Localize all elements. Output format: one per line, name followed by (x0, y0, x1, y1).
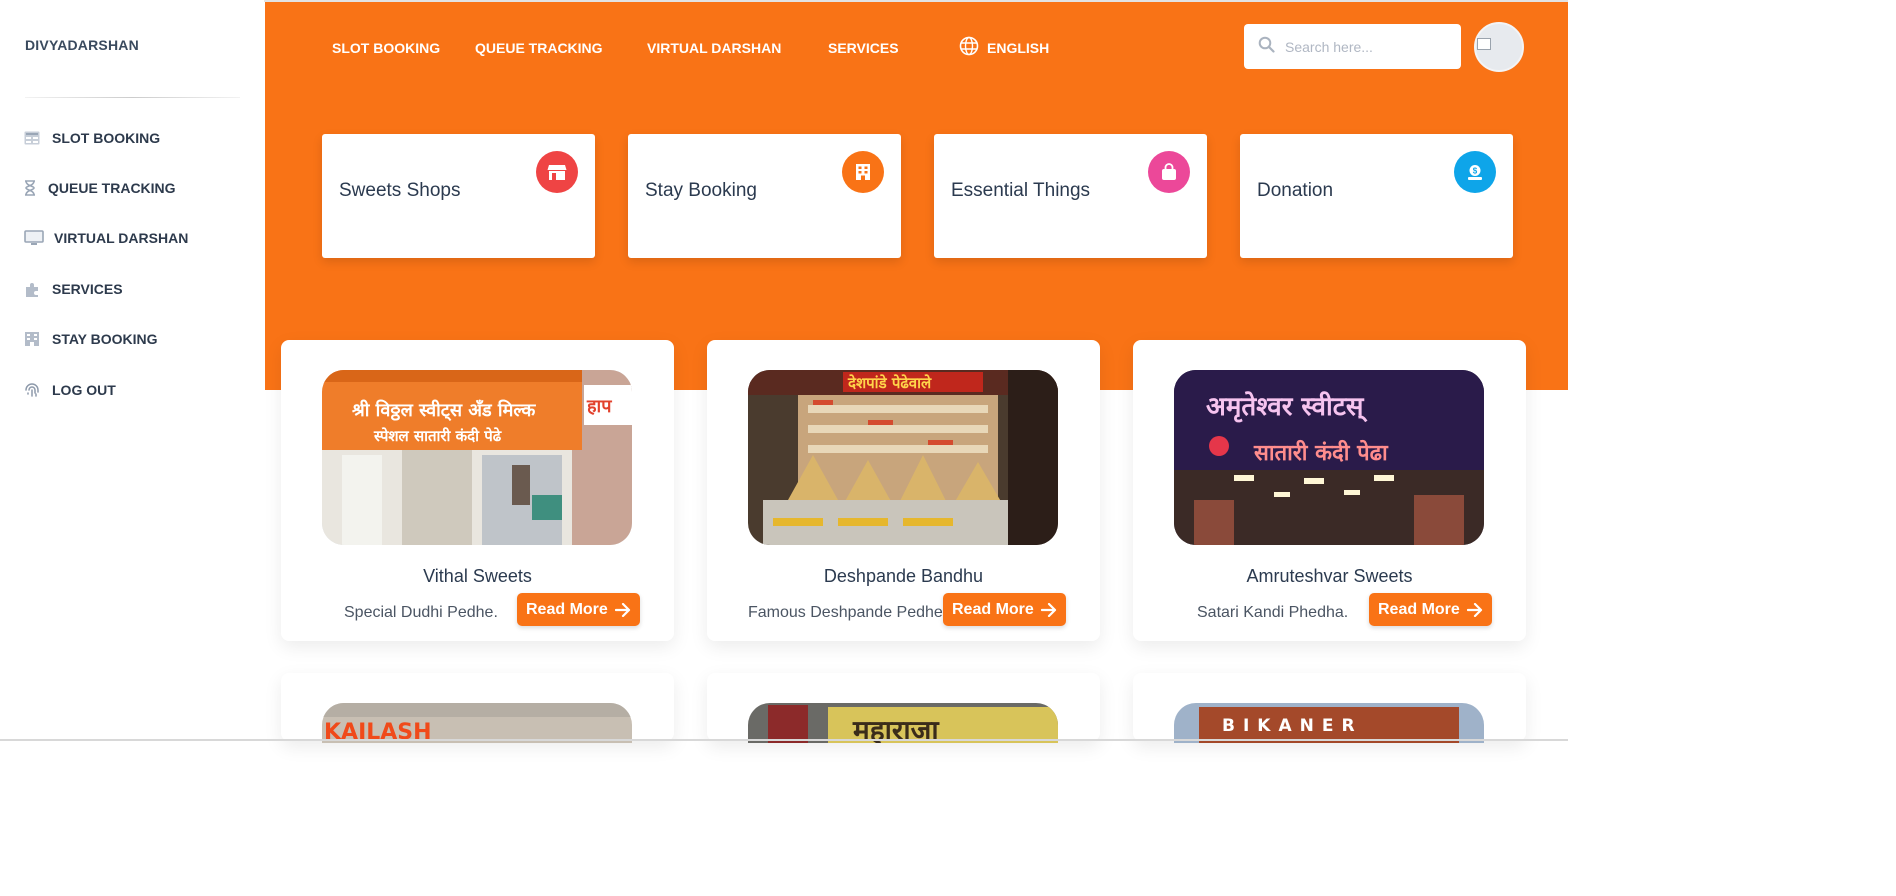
language-label: ENGLISH (987, 39, 1050, 56)
table-icon (24, 131, 44, 145)
shop-sign-line1: श्री विठ्ठल स्वीट्स अँड मिल्क (352, 399, 536, 422)
shop-description: Famous Deshpande Pedhe (748, 604, 943, 621)
sidebar-item-label: QUEUE TRACKING (48, 180, 176, 196)
category-title: Essential Things (951, 180, 1091, 201)
sidebar-item-label: SERVICES (52, 281, 123, 297)
shop-card-amruteshvar-sweets: अमृतेश्वर स्वीटस् सातारी कंदी पेढा Amrut… (1133, 340, 1526, 641)
shop-sign-line2: सातारी कंदी पेढा (1253, 439, 1389, 466)
category-title: Stay Booking (645, 180, 757, 201)
sidebar-item-queue-tracking[interactable]: QUEUE TRACKING (24, 173, 176, 203)
shop-image: KAILASH (322, 703, 632, 743)
shop-sign: BIKANER (1222, 716, 1363, 736)
shop-image: श्री विठ्ठल स्वीट्स अँड मिल्क स्पेशल सात… (322, 370, 632, 545)
globe-icon (959, 36, 979, 59)
topnav-virtual-darshan[interactable]: VIRTUAL DARSHAN (647, 40, 781, 56)
shop-image: देशपांडे पेढेवाले (748, 370, 1058, 545)
sidebar-item-virtual-darshan[interactable]: VIRTUAL DARSHAN (24, 223, 188, 253)
shop-name: Vithal Sweets (423, 566, 532, 586)
bottom-border (0, 739, 1568, 741)
shop-card-vithal-sweets: श्री विठ्ठल स्वीट्स अँड मिल्क स्पेशल सात… (281, 340, 674, 641)
fingerprint-icon (24, 382, 44, 398)
shop-card-kailash: KAILASH (281, 673, 674, 743)
search-icon (1258, 36, 1275, 58)
shop-image: महाराजा (748, 703, 1058, 743)
read-more-button[interactable]: Read More (943, 593, 1066, 626)
shop-image: BIKANER (1174, 703, 1484, 743)
read-more-button[interactable]: Read More (1369, 593, 1492, 626)
monitor-icon (24, 230, 46, 246)
shop-description: Satari Kandi Phedha. (1197, 604, 1349, 621)
brand-logo-text[interactable]: DIVYADARSHAN (25, 37, 139, 53)
sidebar-item-log-out[interactable]: LOG OUT (24, 375, 116, 405)
arrow-right-icon (1466, 602, 1483, 617)
broken-image-icon (1477, 38, 1491, 50)
category-title: Sweets Shops (339, 180, 461, 201)
category-card-stay-booking[interactable]: Stay Booking (628, 134, 901, 258)
shop-name: Amruteshvar Sweets (1246, 566, 1413, 586)
read-more-button[interactable]: Read More (517, 593, 640, 626)
shop-sign-line1: अमृतेश्वर स्वीटस् (1206, 391, 1368, 423)
read-more-label: Read More (952, 600, 1034, 618)
category-card-sweets-shops[interactable]: Sweets Shops (322, 134, 595, 258)
shop-image: अमृतेश्वर स्वीटस् सातारी कंदी पेढा (1174, 370, 1484, 545)
shop-card-maharaja: महाराजा (707, 673, 1100, 743)
shop-sign-line3: हाप (586, 396, 612, 417)
store-icon (536, 151, 578, 193)
sidebar-item-label: SLOT BOOKING (52, 130, 161, 146)
topnav-queue-tracking[interactable]: QUEUE TRACKING (475, 40, 603, 56)
shop-sign-line1: देशपांडे पेढेवाले (847, 374, 932, 392)
hotel-icon (842, 151, 884, 193)
topnav-services[interactable]: SERVICES (828, 40, 899, 56)
sidebar-item-label: LOG OUT (52, 382, 116, 398)
puzzle-icon (24, 281, 44, 297)
sidebar-item-slot-booking[interactable]: SLOT BOOKING (24, 123, 160, 153)
read-more-label: Read More (1378, 600, 1460, 618)
topnav-slot-booking[interactable]: SLOT BOOKING (332, 40, 440, 56)
hourglass-icon (24, 180, 40, 196)
sidebar-divider (25, 97, 240, 98)
building-icon (24, 331, 44, 347)
category-card-donation[interactable]: Donation $ (1240, 134, 1513, 258)
search-input[interactable] (1285, 38, 1455, 55)
category-title: Donation (1257, 180, 1334, 201)
arrow-right-icon (614, 602, 631, 617)
sidebar-item-services[interactable]: SERVICES (24, 274, 123, 304)
donation-icon: $ (1454, 151, 1496, 193)
sidebar-item-stay-booking[interactable]: STAY BOOKING (24, 324, 158, 354)
shop-card-bikaner: BIKANER (1133, 673, 1526, 743)
sidebar-item-label: VIRTUAL DARSHAN (54, 230, 189, 246)
read-more-label: Read More (526, 600, 608, 618)
arrow-right-icon (1040, 602, 1057, 617)
sidebar-item-label: STAY BOOKING (52, 331, 158, 347)
shopping-bag-icon (1148, 151, 1190, 193)
shop-name: Deshpande Bandhu (823, 566, 984, 586)
shop-card-deshpande-bandhu: देशपांडे पेढेवाले Deshpande Bandhu Famou… (707, 340, 1100, 641)
sidebar: DIVYADARSHAN SLOT BOOKING QUEUE TRACKING… (0, 0, 264, 741)
svg-text:$: $ (1473, 167, 1478, 176)
shop-sign-line2: स्पेशल सातारी कंदी पेढे (373, 427, 502, 445)
shop-description: Special Dudhi Pedhe. (344, 604, 498, 621)
language-selector[interactable]: ENGLISH (959, 36, 1049, 59)
search-box (1244, 24, 1461, 69)
category-card-essential-things[interactable]: Essential Things (934, 134, 1207, 258)
avatar[interactable] (1474, 22, 1524, 72)
